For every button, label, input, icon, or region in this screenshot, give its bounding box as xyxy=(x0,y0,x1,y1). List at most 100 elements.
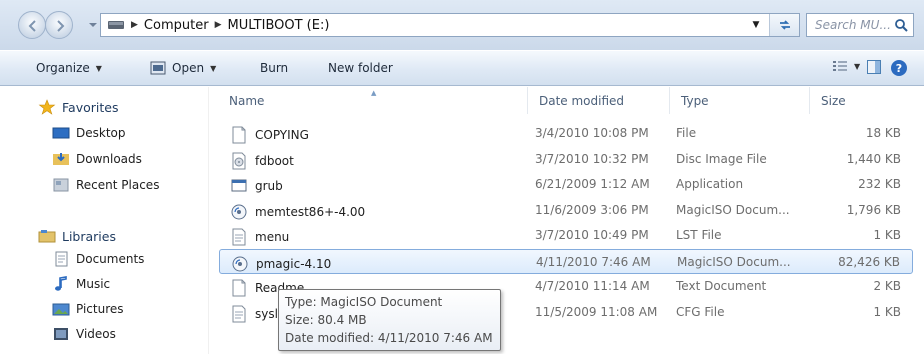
file-type: MagicISO Docum... xyxy=(677,254,791,269)
nav-pictures[interactable]: Pictures xyxy=(52,301,124,317)
organize-button[interactable]: Organize ▼ xyxy=(36,61,102,75)
file-type: LST File xyxy=(676,228,722,242)
file-size: 82,426 KB xyxy=(838,254,900,269)
open-button[interactable]: Open ▼ xyxy=(150,61,216,75)
nav-music-label: Music xyxy=(76,277,111,291)
burn-label: Burn xyxy=(260,61,289,75)
nav-downloads-label: Downloads xyxy=(76,152,142,166)
file-name-cell[interactable]: grub xyxy=(231,177,283,195)
address-box[interactable]: ▶ Computer ▶ MULTIBOOT (E:) ▼ xyxy=(100,13,800,37)
file-date: 4/11/2010 7:46 AM xyxy=(536,254,651,269)
burn-button[interactable]: Burn xyxy=(260,61,288,75)
nav-pictures-label: Pictures xyxy=(76,302,124,316)
file-date: 3/7/2010 10:32 PM xyxy=(535,151,649,166)
file-name-cell[interactable]: sysli xyxy=(231,305,281,323)
file-name-cell[interactable]: menu xyxy=(231,228,289,246)
column-header-size[interactable]: Size xyxy=(821,94,846,108)
address-dropdown-icon[interactable]: ▼ xyxy=(747,16,765,34)
file-name: menu xyxy=(255,230,290,244)
file-row[interactable]: grub 6/21/2009 1:12 AM Application 232 KB xyxy=(219,172,913,197)
chevron-down-icon: ▼ xyxy=(854,61,861,71)
search-icon[interactable] xyxy=(894,18,908,32)
forward-button[interactable] xyxy=(45,11,73,39)
details-view-icon xyxy=(833,61,847,71)
file-date: 4/7/2010 11:14 AM xyxy=(535,279,650,293)
nav-documents-label: Documents xyxy=(76,252,145,266)
file-name-cell[interactable]: pmagic-4.10 xyxy=(232,255,331,273)
back-arrow-icon xyxy=(28,20,36,32)
refresh-button[interactable] xyxy=(769,14,799,36)
file-type: CFG File xyxy=(676,304,725,319)
nav-videos-label: Videos xyxy=(76,327,116,341)
file-name: grub xyxy=(255,179,283,193)
file-size: 1,796 KB xyxy=(846,202,901,217)
breadcrumb-computer[interactable]: Computer xyxy=(144,18,209,33)
sort-ascending-icon: ▲ xyxy=(371,89,377,97)
desktop-icon xyxy=(52,127,70,139)
nav-documents[interactable]: Documents xyxy=(52,251,144,267)
tooltip-size: Size: 80.4 MB xyxy=(285,313,367,327)
file-date: 3/7/2010 10:49 PM xyxy=(535,228,649,242)
change-view-button[interactable]: ▼ xyxy=(832,59,860,73)
file-size: 1,440 KB xyxy=(846,151,901,166)
documents-icon xyxy=(55,251,68,267)
text-file-icon xyxy=(231,228,247,246)
breadcrumb-drive[interactable]: MULTIBOOT (E:) xyxy=(227,18,329,33)
nav-downloads[interactable]: Downloads xyxy=(52,151,142,167)
file-name: pmagic-4.10 xyxy=(256,256,332,271)
chevron-down-icon: ▼ xyxy=(210,63,217,73)
column-divider[interactable] xyxy=(527,87,528,114)
open-icon xyxy=(150,61,166,75)
file-type: Application xyxy=(676,177,744,191)
file-row[interactable]: fdboot 3/7/2010 10:32 PM Disc Image File 1,… xyxy=(219,147,913,172)
file-size: 232 KB xyxy=(858,177,901,191)
help-icon: ? xyxy=(891,60,907,76)
file-row[interactable]: pmagic-4.10 4/11/2010 7:46 AM MagicISO Doc… xyxy=(219,248,913,274)
nav-music[interactable]: Music xyxy=(52,276,110,292)
file-date: 11/5/2009 11:08 AM xyxy=(535,304,658,319)
new-folder-label: New folder xyxy=(328,61,393,75)
file-name-cell[interactable]: memtest86+-4.00 xyxy=(231,203,365,221)
preview-pane-icon xyxy=(867,60,881,74)
file-size: 1 KB xyxy=(873,304,901,319)
back-button[interactable] xyxy=(18,11,46,39)
nav-favorites[interactable]: Favorites xyxy=(38,99,118,115)
preview-pane-button[interactable] xyxy=(866,59,882,75)
file-row[interactable]: COPYING 3/4/2010 10:08 PM File 18 KB xyxy=(219,121,913,146)
recent-places-icon xyxy=(53,178,69,192)
file-type: Text Document xyxy=(676,279,767,293)
navigation-pane: Favorites Desktop Downloads Recent Place… xyxy=(0,87,208,354)
blank-file-icon xyxy=(231,126,247,144)
file-name-cell[interactable]: fdboot xyxy=(231,152,294,170)
crumb-separator-icon[interactable]: ▶ xyxy=(215,20,222,30)
search-input[interactable]: Search MU... xyxy=(806,13,914,37)
file-type: Disc Image File xyxy=(676,151,767,166)
recent-pages-dropdown-icon[interactable] xyxy=(88,20,98,30)
tooltip-date: Date modified: 4/11/2010 7:46 AM xyxy=(285,331,493,345)
column-header-name[interactable]: Name xyxy=(229,94,264,108)
nav-desktop[interactable]: Desktop xyxy=(52,125,126,141)
help-button[interactable]: ? xyxy=(890,59,908,77)
nav-recent-places[interactable]: Recent Places xyxy=(52,177,159,193)
crumb-separator-icon[interactable]: ▶ xyxy=(131,20,138,30)
column-header-date[interactable]: Date modified xyxy=(539,94,624,108)
favorites-label: Favorites xyxy=(62,99,119,115)
column-header-type[interactable]: Type xyxy=(681,94,709,108)
text-file-icon xyxy=(231,305,247,323)
file-name-cell[interactable]: COPYING xyxy=(231,126,309,144)
new-folder-button[interactable]: New folder xyxy=(328,61,393,75)
drive-icon xyxy=(108,21,124,29)
column-divider[interactable] xyxy=(669,87,670,114)
nav-videos[interactable]: Videos xyxy=(52,326,116,342)
file-row[interactable]: menu 3/7/2010 10:49 PM LST File 1 KB xyxy=(219,223,913,248)
file-date: 6/21/2009 1:12 AM xyxy=(535,177,650,191)
music-note-icon xyxy=(55,276,67,291)
chevron-down-icon: ▼ xyxy=(95,63,102,73)
file-tooltip: Type: MagicISO Document Size: 80.4 MB Da… xyxy=(278,289,501,351)
file-row[interactable]: memtest86+-4.00 11/6/2009 3:06 PM MagicISO… xyxy=(219,198,913,223)
column-divider[interactable] xyxy=(809,87,810,114)
forward-arrow-icon xyxy=(57,20,65,32)
refresh-icon xyxy=(779,20,790,30)
nav-libraries[interactable]: Libraries xyxy=(38,228,116,244)
file-name: fdboot xyxy=(255,153,294,168)
